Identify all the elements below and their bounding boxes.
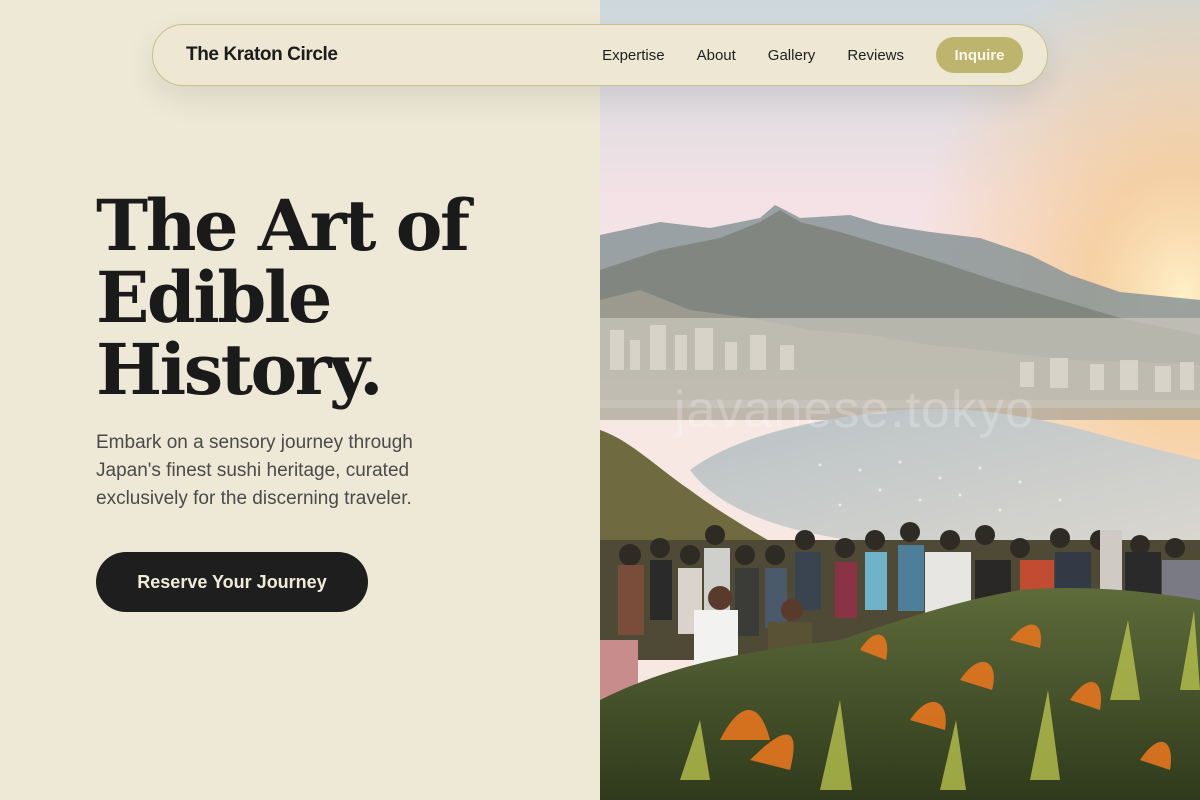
hero-title-line: History. [96, 328, 384, 411]
hero-title-line: The Art of [96, 184, 470, 267]
hero-subtitle-line: exclusively for the discerning traveler. [96, 488, 412, 509]
nav-link-expertise[interactable]: Expertise [602, 47, 665, 64]
image-watermark: javanese.tokyo [674, 381, 1035, 439]
nav-link-about[interactable]: About [697, 47, 736, 64]
brand-logo[interactable]: The Kraton Circle [186, 44, 338, 66]
hero-panel: The Art of Edible History. Embark on a s… [0, 0, 600, 800]
nav-link-reviews[interactable]: Reviews [847, 47, 904, 64]
hero-subtitle-line: Embark on a sensory journey through [96, 432, 413, 453]
hero-image: javanese.tokyo [600, 0, 1200, 800]
top-nav: The Kraton Circle Expertise About Galler… [152, 24, 1048, 86]
hero-title-line: Edible [96, 256, 332, 339]
nav-links: Expertise About Gallery Reviews [602, 47, 904, 64]
hero-subtitle-line: Japan's finest sushi heritage, curated [96, 460, 410, 481]
reserve-journey-button[interactable]: Reserve Your Journey [96, 552, 368, 612]
hero-title: The Art of Edible History. [96, 190, 576, 406]
inquire-button[interactable]: Inquire [936, 37, 1023, 73]
nav-link-gallery[interactable]: Gallery [768, 47, 816, 64]
hero-subtitle: Embark on a sensory journey through Japa… [96, 429, 476, 513]
